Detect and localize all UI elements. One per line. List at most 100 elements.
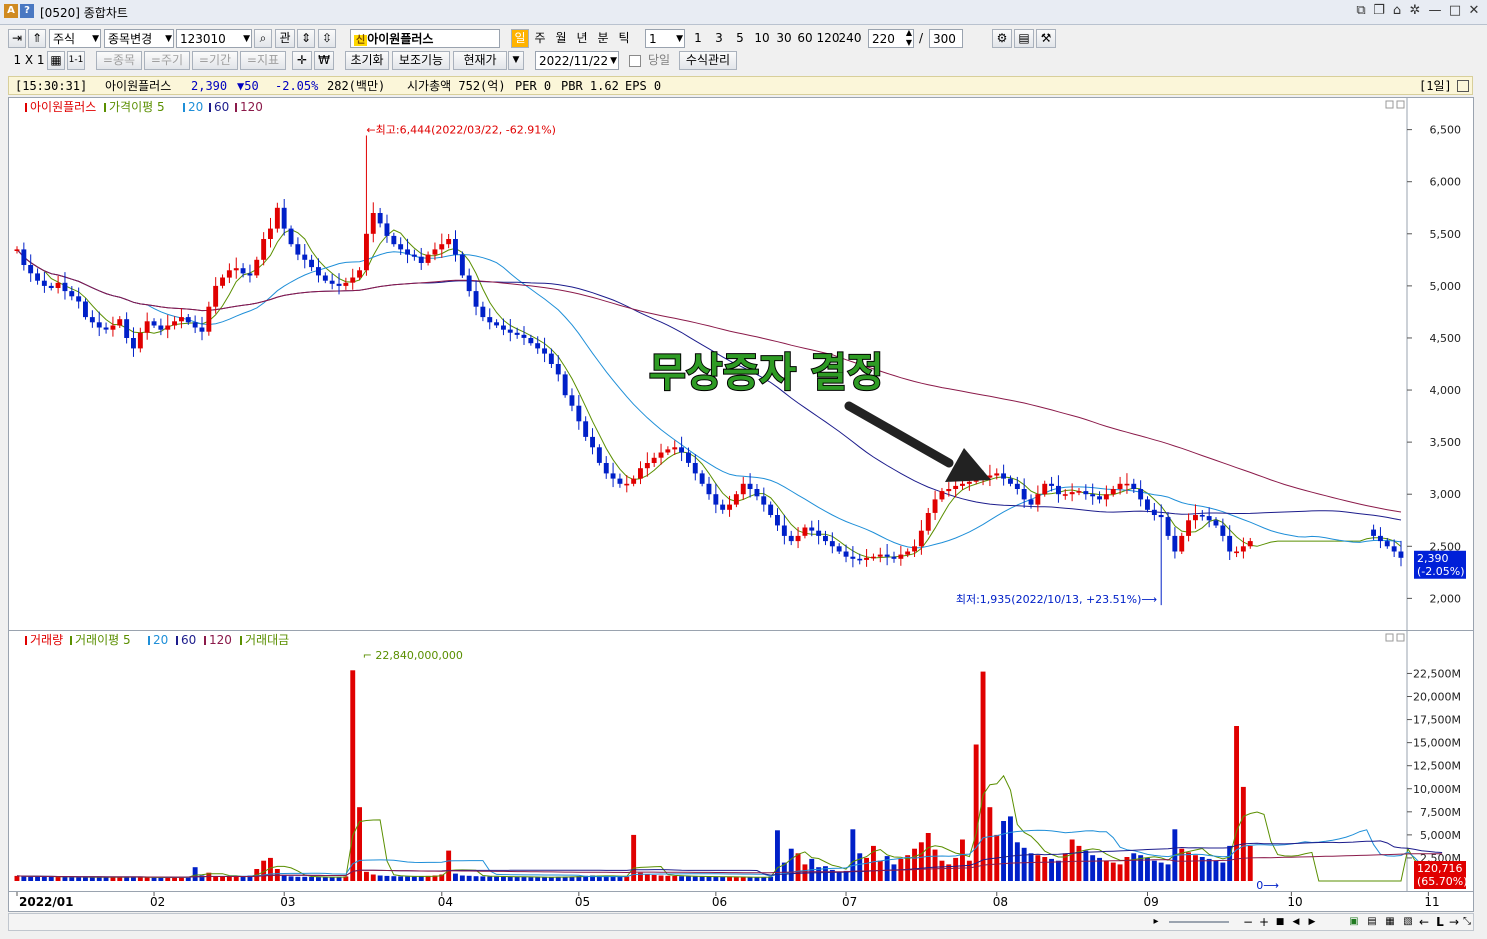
layout-label[interactable]: 1 X 1 xyxy=(12,51,46,70)
volume-bar xyxy=(960,839,965,881)
restore-icon[interactable] xyxy=(1457,80,1469,92)
indicator-sync-button[interactable]: =지표 xyxy=(240,51,286,70)
send-icon[interactable]: ⇥ xyxy=(8,29,26,48)
stock-code-input[interactable]: 123010 ▼ xyxy=(176,29,252,48)
reset-button[interactable]: 초기화 xyxy=(345,51,389,70)
count-input[interactable]: 220 ▲ ▼ xyxy=(868,28,914,48)
toggle-icon[interactable]: ⇕ xyxy=(297,29,315,48)
grid-icon[interactable]: ▦ xyxy=(47,51,65,70)
fit-icon[interactable]: ⤡ xyxy=(1461,915,1473,929)
won-icon[interactable]: ₩ xyxy=(314,51,334,70)
forward-arrow-icon[interactable]: → xyxy=(1447,915,1461,929)
candle-body xyxy=(617,478,623,484)
period-tick[interactable]: 틱 xyxy=(615,29,633,48)
minute-5[interactable]: 5 xyxy=(731,29,749,48)
last-volume-pct: (65.70%) xyxy=(1417,875,1468,888)
minute-30[interactable]: 30 xyxy=(774,29,794,48)
spinner-icon[interactable]: ▲ ▼ xyxy=(906,28,912,48)
save-small-icon[interactable]: ▤ xyxy=(1365,915,1379,929)
candle-body xyxy=(1371,529,1376,536)
volume-bar xyxy=(103,877,109,881)
period-minute[interactable]: 분 xyxy=(594,29,612,48)
assist-button[interactable]: 보조기능 xyxy=(392,51,450,70)
minute-10[interactable]: 10 xyxy=(752,29,772,48)
back-arrow-icon[interactable]: ← xyxy=(1417,915,1431,929)
minute-3[interactable]: 3 xyxy=(710,29,728,48)
period-month[interactable]: 월 xyxy=(552,29,570,48)
zoom-in-icon[interactable]: + xyxy=(1257,915,1271,929)
candle-body xyxy=(761,496,767,505)
price-chart[interactable]: 6,500 6,000 5,500 5,000 4,500 4,000 3,500 3,000… xyxy=(9,98,1473,630)
prev-icon[interactable]: ◀ xyxy=(1289,915,1303,929)
spin-icon[interactable]: ⇳ xyxy=(318,29,336,48)
change-stock-select[interactable]: 종목변경 ▼ xyxy=(104,29,174,48)
next-icon[interactable]: ▶ xyxy=(1305,915,1319,929)
volume-chart-panel: 22,500M 20,000M 17,500M 15,000M 12,500M 10,00… xyxy=(8,630,1474,892)
watch-button[interactable]: 관 xyxy=(275,29,295,48)
period-week[interactable]: 주 xyxy=(531,29,549,48)
chevron-down-icon[interactable]: ▼ xyxy=(508,51,524,70)
volume-chart[interactable]: 22,500M 20,000M 17,500M 15,000M 12,500M 10,00… xyxy=(9,631,1473,891)
minute-120[interactable]: 120 xyxy=(816,29,840,48)
formula-button[interactable]: 수식관리 xyxy=(679,51,737,70)
total-input[interactable]: 300 xyxy=(929,29,963,48)
stock-sync-button[interactable]: =종목 xyxy=(96,51,142,70)
minute-select[interactable]: 1 ▼ xyxy=(645,29,685,48)
volume-bar xyxy=(644,874,650,881)
maximize-icon[interactable]: □ xyxy=(1446,3,1464,19)
legend-item: 가격이평 5 xyxy=(109,100,165,114)
tools-icon[interactable]: ⚒ xyxy=(1036,29,1056,48)
camera-icon[interactable]: ⌂ xyxy=(1388,3,1406,19)
layout-icon[interactable]: ▦ xyxy=(1383,915,1397,929)
volume-bar xyxy=(1131,853,1137,881)
minute-1[interactable]: 1 xyxy=(689,29,707,48)
candle-body xyxy=(960,483,965,486)
up-arrow-icon[interactable]: ⇑ xyxy=(28,29,46,48)
same-day-checkbox[interactable] xyxy=(629,55,641,67)
zoom-out-icon[interactable]: − xyxy=(1241,915,1255,929)
scroll-right-icon[interactable]: ▸ xyxy=(1149,915,1163,929)
crosshair-icon[interactable]: ✛ xyxy=(292,51,312,70)
candle-body xyxy=(1001,473,1006,479)
excel-icon[interactable]: ▣ xyxy=(1347,915,1361,929)
legend-item: 아이원플러스 xyxy=(30,100,96,114)
price-tick-label: 6,500 xyxy=(1430,124,1462,137)
candle-body xyxy=(912,546,917,552)
layout-sub-button[interactable]: 1-1 xyxy=(67,51,85,70)
price-type-button[interactable]: 현재가 xyxy=(453,51,507,70)
search-icon[interactable]: ⌕ xyxy=(254,29,272,48)
image-icon[interactable]: ▧ xyxy=(1401,915,1415,929)
copy-icon[interactable]: ❐ xyxy=(1370,3,1388,19)
save-icon[interactable]: ▤ xyxy=(1014,29,1034,48)
settings-icon[interactable]: ⚙ xyxy=(992,29,1012,48)
candle-body xyxy=(1391,546,1397,552)
candle-body xyxy=(103,327,109,330)
minute-60[interactable]: 60 xyxy=(795,29,815,48)
l-icon[interactable]: L xyxy=(1433,915,1447,929)
zoom-slider[interactable] xyxy=(1169,921,1229,923)
candle-body xyxy=(343,282,349,286)
stop-icon[interactable]: ■ xyxy=(1273,915,1287,929)
minimize-icon[interactable]: — xyxy=(1426,3,1444,19)
candle-body xyxy=(1035,494,1041,505)
volume-bar xyxy=(1234,726,1239,881)
candle-body xyxy=(596,447,602,463)
period-day[interactable]: 일 xyxy=(511,29,529,48)
candle-body xyxy=(117,319,123,326)
period-sync-button[interactable]: =기간 xyxy=(192,51,238,70)
candle-body xyxy=(829,541,835,547)
link-icon[interactable]: ⧉ xyxy=(1352,3,1370,19)
volume-tick-label: 7,500M xyxy=(1420,806,1461,819)
cycle-sync-button[interactable]: =주기 xyxy=(144,51,190,70)
period-year[interactable]: 년 xyxy=(573,29,591,48)
minute-240[interactable]: 240 xyxy=(838,29,862,48)
close-icon[interactable]: ✕ xyxy=(1465,3,1483,19)
gear-icon[interactable]: ✲ xyxy=(1406,3,1424,19)
panel-minimize-icon xyxy=(1385,100,1394,109)
stock-name-field[interactable]: 신 아이원플러스 xyxy=(350,29,500,48)
date-select[interactable]: 2022/11/22 ▼ xyxy=(535,51,619,70)
help-icon[interactable]: ? xyxy=(20,4,34,18)
volume-bar xyxy=(727,877,732,881)
candle-body xyxy=(754,489,760,497)
market-select[interactable]: 주식 ▼ xyxy=(49,29,101,48)
